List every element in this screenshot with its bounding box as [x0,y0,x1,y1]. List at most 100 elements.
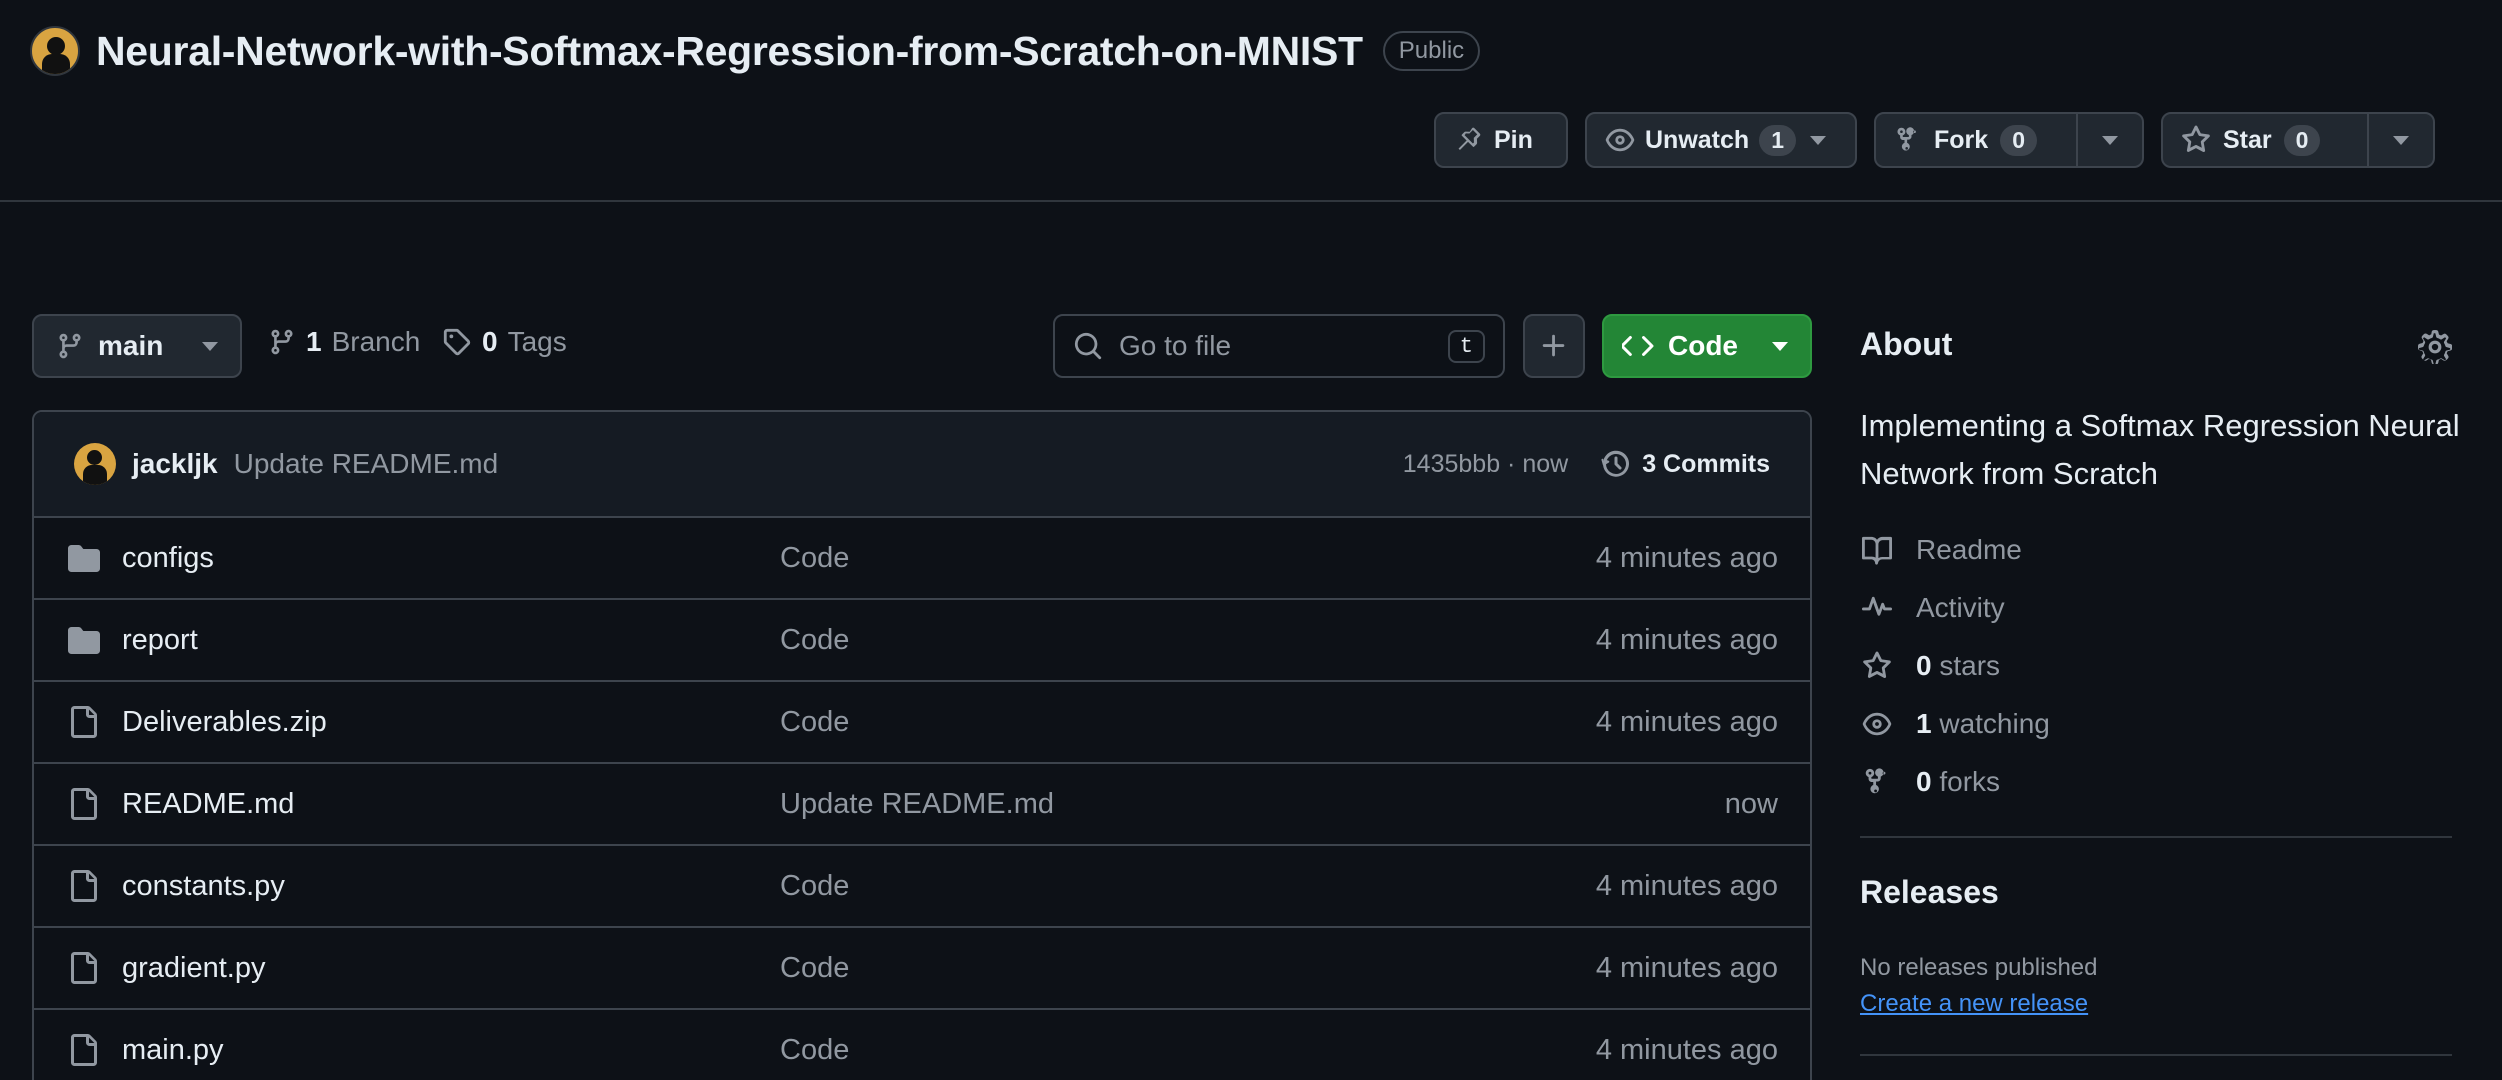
file-name[interactable]: report [122,624,780,657]
pulse-icon [1860,593,1894,623]
file-commit-message[interactable]: Code [780,706,1596,739]
watching-count: 1 [1916,708,1932,739]
file-time: 4 minutes ago [1595,541,1778,574]
go-to-file-input[interactable]: Go to file t [1053,314,1505,378]
file-commit-message[interactable]: Code [780,1034,1596,1067]
repo-description: Implementing a Softmax Regression Neural… [1860,408,2460,491]
fork-icon [1860,767,1894,797]
branch-label: Branch [331,326,421,357]
eye-icon [1860,709,1894,739]
fork-count: 0 [2000,124,2037,156]
pin-icon [1454,126,1482,154]
tag-label: Tags [507,326,567,357]
branches-link[interactable]: 1 Branch [268,326,420,358]
folder-icon [66,626,102,654]
file-time: 4 minutes ago [1595,623,1778,656]
table-row: constants.py Code 4 minutes ago [34,846,1810,928]
fork-button[interactable]: Fork 0 [1876,114,2076,166]
file-icon [66,1034,102,1066]
code-label: Code [1668,330,1738,361]
file-name[interactable]: configs [122,542,780,575]
author-avatar[interactable] [74,443,116,485]
fork-dropdown[interactable] [2078,114,2142,166]
chevron-down-icon [1809,135,1826,145]
file-commit-message[interactable]: Code [780,624,1596,657]
commit-author[interactable]: jackljk [132,448,218,480]
watching-label: watching [1939,708,2050,739]
code-button[interactable]: Code [1602,314,1812,378]
fork-label: Fork [1934,125,1989,154]
table-row: Deliverables.zip Code 4 minutes ago [34,682,1810,764]
commit-meta[interactable]: 1435bbb · now [1403,450,1568,479]
commit-message[interactable]: Update README.md [234,448,499,480]
file-time: 4 minutes ago [1595,951,1778,984]
chevron-down-icon [2102,135,2118,145]
file-icon [66,788,102,820]
repo-name[interactable]: Neural-Network-with-Softmax-Regression-f… [96,28,1363,75]
add-file-button[interactable] [1523,314,1585,378]
search-placeholder: Go to file [1119,330,1232,361]
branch-count: 1 [306,326,322,357]
plus-icon [1539,331,1569,361]
branch-name: main [98,330,164,361]
file-commit-message[interactable]: Update README.md [780,788,1725,821]
sidebar-divider [1860,836,2452,838]
tag-count: 0 [482,326,498,357]
file-icon [66,706,102,738]
table-row: report Code 4 minutes ago [34,600,1810,682]
releases-heading[interactable]: Releases [1860,874,1999,911]
unwatch-button[interactable]: Unwatch 1 [1585,112,1857,168]
file-time: 4 minutes ago [1595,1033,1778,1066]
table-row: main.py Code 4 minutes ago [34,1010,1810,1080]
branch-icon [268,328,296,356]
header-divider [0,200,2502,202]
chevron-down-icon [2393,135,2409,145]
forks-link[interactable]: 0 forks [1860,766,2000,798]
star-count: 0 [2283,124,2321,156]
activity-link[interactable]: Activity [1860,592,2005,624]
gear-icon[interactable] [2418,330,2452,364]
file-name[interactable]: constants.py [122,870,780,903]
no-releases-text: No releases published [1860,954,2098,981]
chevron-down-icon [1772,341,1788,351]
watching-link[interactable]: 1 watching [1860,708,2050,740]
table-row: README.md Update README.md now [34,764,1810,846]
folder-icon [66,544,102,572]
sidebar-divider [1860,1054,2452,1056]
repo-header: Neural-Network-with-Softmax-Regression-f… [30,24,1481,78]
star-button[interactable]: Star 0 [2163,114,2367,166]
branch-icon [56,332,84,360]
search-icon [1073,331,1103,361]
file-name[interactable]: README.md [122,788,780,821]
file-time: 4 minutes ago [1595,705,1778,738]
fork-icon [1894,126,1922,154]
file-name[interactable]: gradient.py [122,952,780,985]
about-heading: About [1860,326,1953,362]
readme-label: Readme [1916,534,2022,565]
readme-link[interactable]: Readme [1860,534,2022,566]
commits-link[interactable]: 3 Commits [1600,448,1770,480]
commits-label: 3 Commits [1642,449,1770,478]
fork-button-group: Fork 0 [1874,112,2144,168]
watch-dropdown[interactable] [1806,114,1840,166]
star-icon [1860,651,1894,681]
owner-avatar[interactable] [30,26,80,76]
pin-button[interactable]: Pin [1434,112,1568,168]
stars-link[interactable]: 0 stars [1860,650,2000,682]
chevron-down-icon [202,341,218,351]
star-dropdown[interactable] [2369,114,2433,166]
file-commit-message[interactable]: Code [780,542,1596,575]
history-icon [1600,448,1632,480]
search-shortcut: t [1447,329,1485,363]
create-release-link[interactable]: Create a new release [1860,990,2088,1018]
forks-label: forks [1939,766,2001,797]
file-name[interactable]: main.py [122,1034,780,1067]
file-commit-message[interactable]: Code [780,870,1596,903]
branch-selector[interactable]: main [32,314,242,378]
file-commit-message[interactable]: Code [780,952,1596,985]
table-row: configs Code 4 minutes ago [34,518,1810,600]
stars-label: stars [1939,650,2001,681]
file-name[interactable]: Deliverables.zip [122,706,780,739]
activity-label: Activity [1916,592,2005,623]
tags-link[interactable]: 0 Tags [442,326,567,358]
